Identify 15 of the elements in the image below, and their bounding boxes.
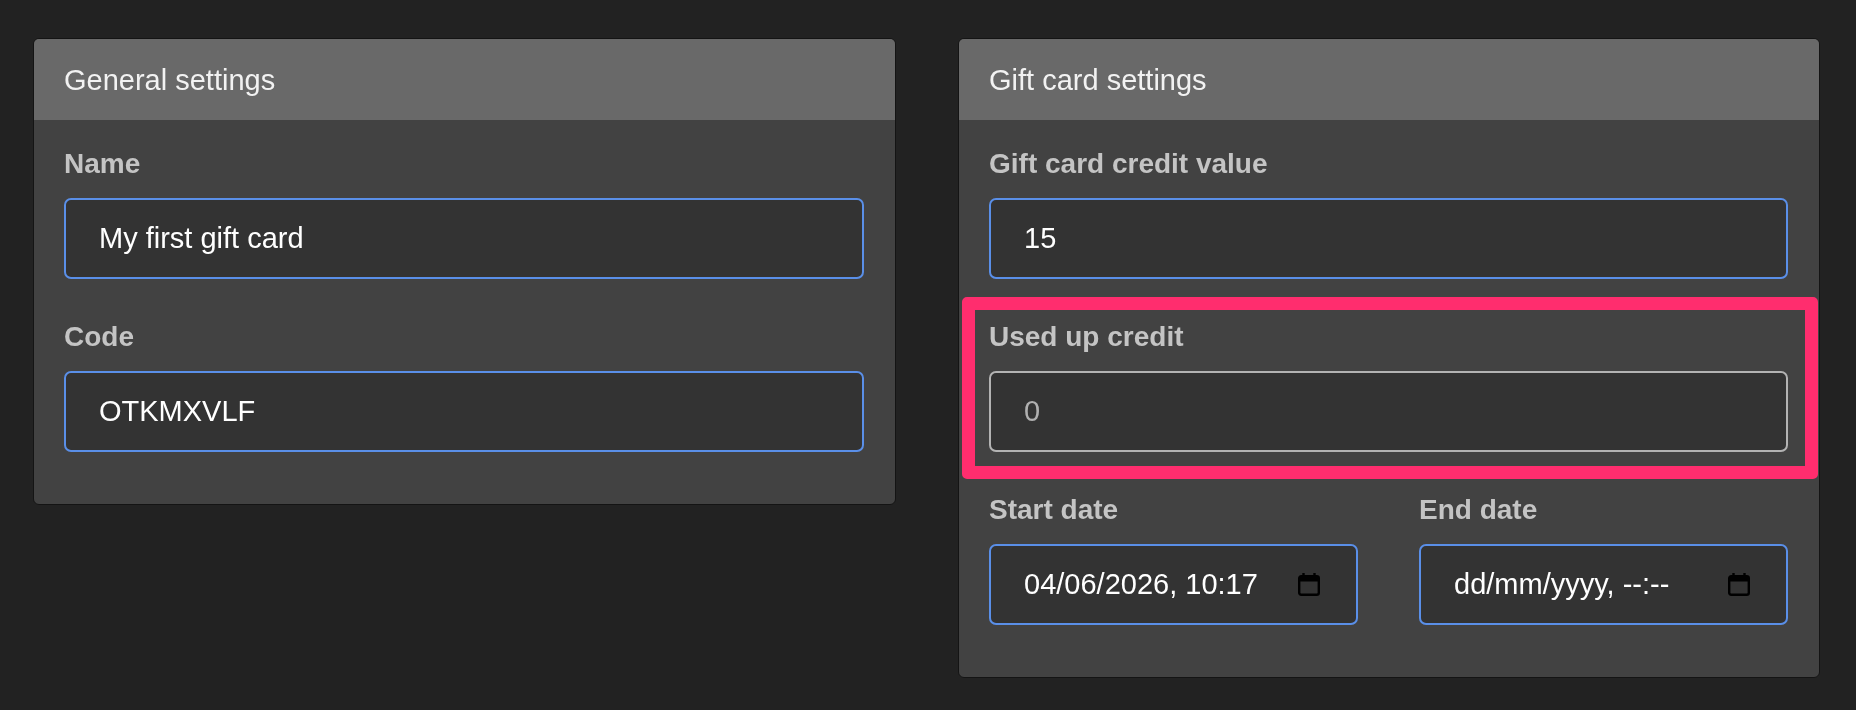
field-label: Start date xyxy=(989,495,1119,525)
text-field[interactable]: OTKMXVLF xyxy=(64,371,864,452)
card-title: General settings xyxy=(64,63,276,96)
field-label: Gift card credit value xyxy=(989,149,1268,179)
field-label: Code xyxy=(64,322,134,352)
text-field[interactable]: 15 xyxy=(989,198,1788,279)
field-label: Used up credit xyxy=(989,322,1184,352)
date-field[interactable]: 04/06/2026, 10:17 xyxy=(989,544,1358,625)
date-field[interactable]: dd/mm/yyyy, --:-- xyxy=(1419,544,1788,625)
text-field[interactable]: My first gift card xyxy=(64,198,864,279)
field-label: Name xyxy=(64,149,141,179)
calendar-icon[interactable] xyxy=(1298,573,1320,596)
card-title: Gift card settings xyxy=(989,63,1207,96)
field-label: End date xyxy=(1419,495,1538,525)
calendar-icon[interactable] xyxy=(1728,573,1750,596)
